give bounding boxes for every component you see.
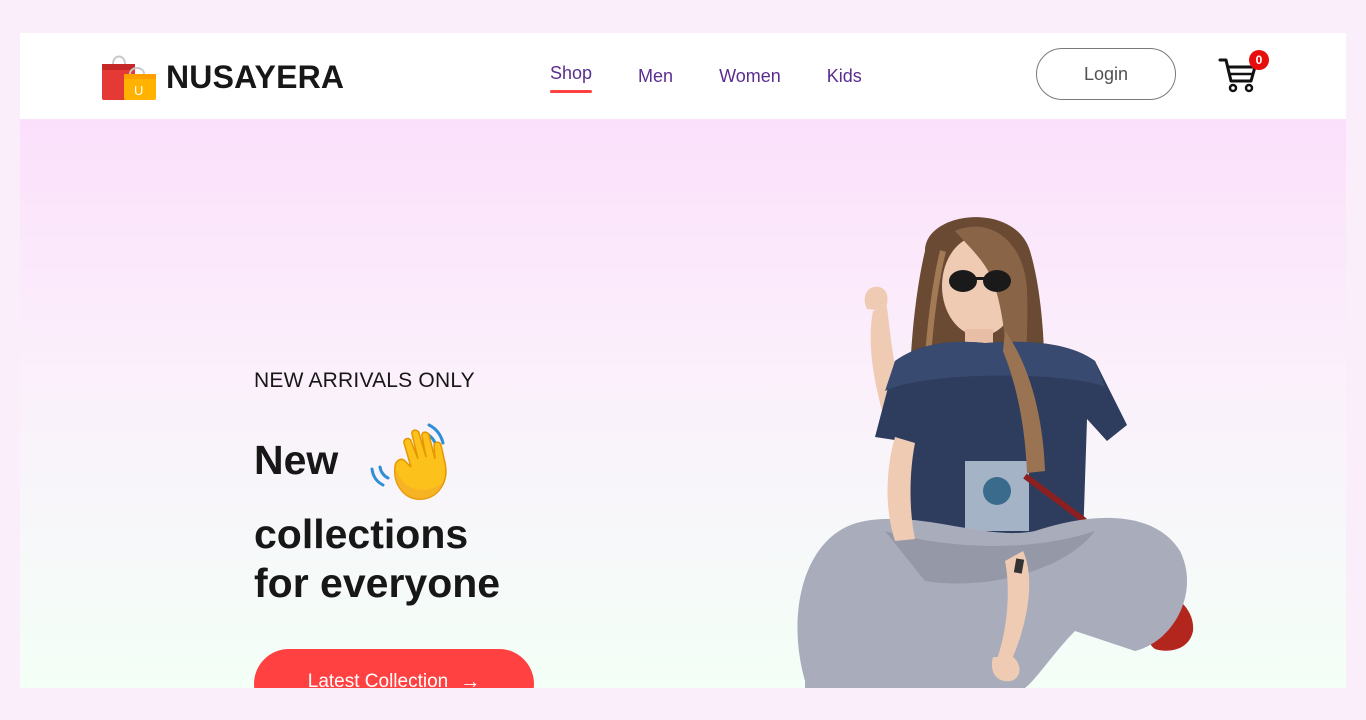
login-button[interactable]: Login	[1036, 48, 1176, 100]
nav-item-men[interactable]: Men	[638, 66, 673, 87]
hero-heading-line-1: New	[254, 437, 339, 483]
navbar: U NUSAYERA Shop Men Women Kids Login 0	[20, 33, 1346, 119]
arrow-right-icon: →	[460, 671, 481, 688]
cart-count-badge: 0	[1249, 50, 1269, 70]
nav-item-kids[interactable]: Kids	[827, 66, 862, 87]
nav-menu: Shop Men Women Kids	[550, 33, 908, 119]
hero-section: NEW ARRIVALS ONLY New collections for ev…	[20, 119, 1346, 688]
waving-hand-icon	[370, 423, 447, 500]
bag-letter: U	[134, 83, 143, 98]
hero-heading-line-2: collections	[254, 511, 469, 557]
nav-item-label: Men	[638, 65, 674, 86]
latest-collection-button[interactable]: Latest Collection →	[254, 649, 534, 688]
nav-item-label: Kids	[826, 65, 862, 86]
logo[interactable]: U NUSAYERA	[100, 49, 344, 105]
hero-model-image	[797, 217, 1194, 688]
cta-label: Latest Collection	[307, 671, 449, 688]
nav-item-label: Women	[719, 65, 781, 86]
hero-tagline: NEW ARRIVALS ONLY	[254, 369, 475, 392]
shopping-bags-icon: U	[102, 55, 156, 100]
brand-name: NUSAYERA	[166, 58, 345, 95]
hero-heading-line-3: for everyone	[254, 560, 501, 606]
page-frame: U NUSAYERA Shop Men Women Kids Login 0 N…	[20, 33, 1346, 688]
nav-active-underline	[550, 89, 593, 93]
nav-item-women[interactable]: Women	[719, 66, 781, 87]
nav-item-shop[interactable]: Shop	[550, 62, 593, 93]
nav-item-label: Shop	[550, 62, 593, 83]
